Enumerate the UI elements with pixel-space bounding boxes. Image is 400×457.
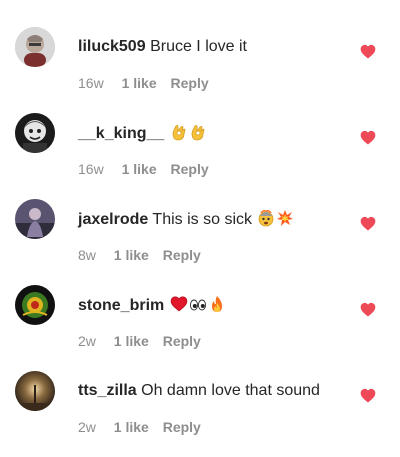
ok-hand-emoji-icon [189,123,207,141]
comment-meta: 16w 1 like Reply [78,160,209,178]
comment-like-count[interactable]: 1 like [114,333,149,349]
collision-emoji-icon [276,209,294,227]
comment-meta: 2w 1 like Reply [78,332,201,350]
comment-line: liluck509 Bruce I love it [78,37,247,57]
reply-button[interactable]: Reply [163,333,201,349]
comment-item: jaxelrode This is so sick 8w 1 like Repl… [0,199,400,285]
comment-username[interactable]: jaxelrode [78,211,148,228]
comment-text: Bruce I love it [150,38,247,55]
avatar-image [15,113,55,153]
comment-like-count[interactable]: 1 like [114,247,149,263]
eyes-emoji-icon [189,295,207,313]
comment-line: jaxelrode This is so sick [78,209,294,230]
comment-item: stone_brim 2w 1 like Reply [0,285,400,371]
comment-line: tts_zilla Oh damn love that sound [78,381,320,401]
comment-time: 2w [78,419,96,435]
comment-line: stone_brim [78,295,226,316]
comment-item: tts_zilla Oh damn love that sound 2w 1 l… [0,371,400,457]
comment-text: This is so sick [152,211,252,228]
avatar-image [15,199,55,239]
comment-like-count[interactable]: 1 like [114,419,149,435]
avatar-image [15,27,55,67]
heart-filled-icon[interactable] [360,130,376,145]
comment-like-count[interactable]: 1 like [122,75,157,91]
exploding-head-emoji-icon [257,209,275,227]
ok-hand-emoji-icon [170,123,188,141]
comment-like-count[interactable]: 1 like [122,161,157,177]
heart-filled-icon[interactable] [360,302,376,317]
avatar[interactable] [15,27,55,67]
reply-button[interactable]: Reply [163,247,201,263]
comment-username[interactable]: liluck509 [78,38,146,55]
reply-button[interactable]: Reply [171,75,209,91]
heart-filled-icon[interactable] [360,388,376,403]
comment-meta: 2w 1 like Reply [78,418,201,436]
avatar[interactable] [15,285,55,325]
comment-line: __k_king__ [78,123,207,144]
comment-text: Oh damn love that sound [141,382,320,399]
fire-emoji-icon [208,295,226,313]
comment-time: 16w [78,75,104,91]
reply-button[interactable]: Reply [163,419,201,435]
avatar[interactable] [15,371,55,411]
avatar-image [15,285,55,325]
comment-meta: 8w 1 like Reply [78,246,201,264]
reply-button[interactable]: Reply [171,161,209,177]
comment-item: liluck509 Bruce I love it 16w 1 like Rep… [0,27,400,113]
comment-username[interactable]: stone_brim [78,297,164,314]
heart-filled-icon[interactable] [360,216,376,231]
avatar[interactable] [15,199,55,239]
avatar[interactable] [15,113,55,153]
comment-time: 16w [78,161,104,177]
comment-time: 8w [78,247,96,263]
avatar-image [15,371,55,411]
red-heart-emoji-icon [170,295,188,313]
heart-filled-icon[interactable] [360,44,376,59]
comment-username[interactable]: __k_king__ [78,125,164,142]
comment-meta: 16w 1 like Reply [78,74,209,92]
comment-time: 2w [78,333,96,349]
comment-item: __k_king__ 16w 1 like Reply [0,113,400,199]
comment-username[interactable]: tts_zilla [78,382,137,399]
